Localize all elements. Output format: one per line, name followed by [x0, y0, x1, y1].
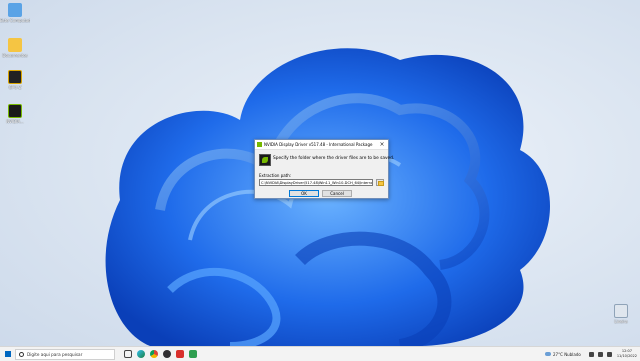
extraction-path-input[interactable]: C:\NVIDIA\DisplayDriver\517.48\Win11_Win… — [259, 179, 373, 186]
clock[interactable]: 12:07 11/10/2022 — [617, 349, 637, 359]
search-icon — [19, 351, 24, 357]
recycle-bin-icon — [614, 304, 628, 318]
desktop-icon-recycle-bin[interactable]: Lixeira — [606, 304, 636, 324]
nvidia-icon — [257, 142, 262, 147]
folder-icon — [378, 181, 384, 186]
chrome-icon[interactable] — [149, 350, 158, 358]
search-placeholder: Digite aqui para pesquisar — [27, 351, 83, 357]
cancel-button[interactable]: Cancel — [322, 190, 352, 197]
browse-button[interactable] — [376, 179, 384, 186]
obs-icon[interactable] — [162, 350, 171, 358]
start-button[interactable] — [5, 351, 11, 357]
clock-date: 11/10/2022 — [616, 354, 637, 358]
taskbar-search[interactable]: Digite aqui para pesquisar — [15, 348, 115, 360]
computer-icon — [8, 3, 22, 17]
cloud-icon — [545, 352, 552, 356]
green-app-icon[interactable] — [188, 350, 197, 358]
dialog-title: NVIDIA Display Driver v517.48 - Internat… — [264, 142, 373, 147]
desktop-icon-nvidia[interactable]: NVIDIA... — [0, 104, 30, 124]
extraction-path-label: Extraction path: — [259, 173, 292, 178]
chevron-up-icon[interactable] — [588, 351, 594, 357]
folder-icon — [8, 38, 22, 52]
nvidia-extract-dialog: NVIDIA Display Driver v517.48 - Internat… — [254, 139, 394, 199]
close-icon[interactable]: × — [378, 141, 386, 149]
dialog-instruction: Specify the folder where the driver file… — [273, 156, 395, 161]
ok-button[interactable]: OK — [289, 190, 319, 197]
system-tray: 27°C Nublado 12:07 11/10/2022 — [545, 347, 637, 361]
desktop-icon-computer[interactable]: Este Computador — [0, 3, 30, 23]
task-view-icon[interactable] — [123, 350, 132, 358]
dialog-titlebar[interactable]: NVIDIA Display Driver v517.48 - Internat… — [255, 140, 388, 150]
nvidia-installer-icon — [8, 104, 22, 118]
taskbar: Digite aqui para pesquisar 27°C Nublado … — [0, 346, 640, 361]
network-icon[interactable] — [597, 351, 603, 357]
weather-widget[interactable]: 27°C Nublado — [545, 352, 581, 357]
weather-desc: Nublado — [564, 351, 581, 357]
desktop-icon-documents[interactable]: Documentos — [0, 38, 30, 58]
volume-icon[interactable] — [606, 351, 612, 357]
gpuz-icon — [8, 70, 22, 84]
desktop-icon-gpuz[interactable]: GPU-Z — [0, 70, 30, 90]
weather-temp: 27°C — [553, 351, 563, 357]
edge-icon[interactable] — [136, 350, 145, 358]
red-app-icon[interactable] — [175, 350, 184, 358]
nvidia-logo-icon — [259, 154, 271, 166]
